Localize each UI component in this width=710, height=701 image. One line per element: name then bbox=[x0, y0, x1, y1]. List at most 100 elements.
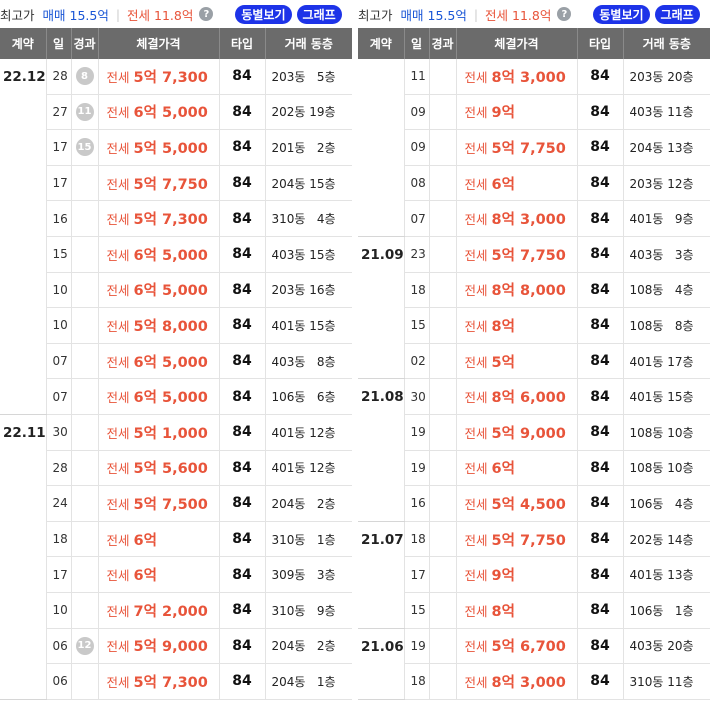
deal-amount: 5억 7,300 bbox=[133, 69, 208, 86]
col-day[interactable]: 일 bbox=[46, 28, 72, 59]
table-row[interactable]: 17 15 전세 5억 5,000 84 201동 2층 bbox=[0, 129, 352, 166]
table-row[interactable]: 28 전세 5억 5,600 84 401동 12층 bbox=[0, 450, 352, 487]
dong-label: 202동 bbox=[271, 105, 306, 120]
table-row[interactable]: 15 전세 8억 84 106동 1층 bbox=[358, 592, 710, 629]
col-contract[interactable]: 계약 bbox=[358, 28, 405, 59]
table-row[interactable]: 11 전세 8억 3,000 84 203동 20층 bbox=[358, 59, 710, 237]
table-row[interactable]: 09 전세 9억 84 403동 11층 bbox=[358, 94, 710, 131]
deal-amount: 8억 6,000 bbox=[491, 390, 566, 407]
col-elapsed[interactable]: 경과 bbox=[71, 28, 99, 59]
floor-label: 10층 bbox=[667, 461, 694, 476]
table-row[interactable]: 22.11 30 전세 5억 1,000 84 401동 12층 bbox=[0, 414, 352, 700]
help-icon[interactable]: ? bbox=[199, 7, 214, 21]
deal-kind: 전세 bbox=[106, 425, 130, 441]
deal-amount: 5억 7,300 bbox=[133, 674, 208, 691]
elapsed-badge: 11 bbox=[75, 102, 94, 121]
dong-view-button[interactable]: 동별보기 bbox=[593, 4, 650, 24]
dong-floor-cell: 203동 16층 bbox=[265, 272, 352, 309]
table-row[interactable]: 06 전세 5억 7,300 84 204동 1층 bbox=[0, 663, 352, 700]
type-cell: 84 bbox=[577, 307, 624, 344]
floor-label: 1층 bbox=[674, 603, 694, 618]
table-row[interactable]: 06 12 전세 5억 9,000 84 204동 2층 bbox=[0, 628, 352, 665]
col-day[interactable]: 일 bbox=[404, 28, 430, 59]
table-row[interactable]: 21.09 23 전세 5억 7,750 84 403동 3층 bbox=[358, 236, 710, 380]
dong-floor-cell: 204동 1층 bbox=[265, 663, 352, 700]
table-row[interactable]: 22.12 28 8 전세 5억 7,300 84 203동 5층 bbox=[0, 59, 352, 415]
contract-month: 21.06 bbox=[358, 628, 405, 700]
dong-floor-cell: 403동 15층 bbox=[265, 236, 352, 273]
day-cell: 30 bbox=[404, 378, 430, 415]
col-price[interactable]: 체결가격 bbox=[98, 28, 220, 59]
price-cell: 전세 5억 5,000 bbox=[98, 129, 220, 166]
elapsed-cell: 11 bbox=[71, 94, 99, 131]
table-row[interactable]: 15 전세 8억 84 108동 8층 bbox=[358, 307, 710, 344]
elapsed-cell bbox=[71, 592, 99, 629]
elapsed-cell bbox=[429, 485, 457, 522]
table-row[interactable]: 17 전세 5억 7,750 84 204동 15층 bbox=[0, 165, 352, 202]
price-cell: 전세 9억 bbox=[456, 94, 578, 131]
table-row[interactable]: 17 전세 9억 84 401동 13층 bbox=[358, 556, 710, 593]
floor-label: 2층 bbox=[316, 639, 336, 654]
deal-amount: 5억 5,000 bbox=[133, 140, 208, 157]
elapsed-cell bbox=[71, 378, 99, 415]
table-row[interactable]: 10 전세 5억 8,000 84 401동 15층 bbox=[0, 307, 352, 344]
table-row[interactable]: 21.06 19 전세 5억 6,700 84 403동 20층 bbox=[358, 628, 710, 700]
dong-label: 203동 bbox=[271, 69, 306, 84]
floor-label: 11층 bbox=[667, 105, 694, 120]
dong-floor-cell: 310동 1층 bbox=[265, 521, 352, 558]
deal-kind: 전세 bbox=[106, 568, 130, 584]
day-cell: 19 bbox=[404, 628, 430, 665]
table-row[interactable]: 07 전세 6억 5,000 84 403동 8층 bbox=[0, 343, 352, 380]
col-dong-floor[interactable]: 거래 동층 bbox=[265, 28, 352, 59]
divider: | bbox=[473, 6, 479, 22]
table-row[interactable]: 21.08 30 전세 8억 6,000 84 401동 15층 bbox=[358, 378, 710, 522]
table-row[interactable]: 16 전세 5억 7,300 84 310동 4층 bbox=[0, 200, 352, 237]
col-contract[interactable]: 계약 bbox=[0, 28, 47, 59]
table-row[interactable]: 21.07 18 전세 5억 7,750 84 202동 14층 bbox=[358, 521, 710, 629]
table-row[interactable]: 07 전세 8억 3,000 84 401동 9층 bbox=[358, 200, 710, 237]
dong-label: 203동 bbox=[629, 176, 664, 191]
table-row[interactable]: 07 전세 6억 5,000 84 106동 6층 bbox=[0, 378, 352, 415]
table-row[interactable]: 19 전세 6억 84 108동 10층 bbox=[358, 450, 710, 487]
price-cell: 전세 6억 bbox=[98, 521, 220, 558]
dong-floor-cell: 106동 6층 bbox=[265, 378, 352, 415]
day-cell: 10 bbox=[46, 307, 72, 344]
table-row[interactable]: 02 전세 5억 84 401동 17층 bbox=[358, 343, 710, 380]
floor-label: 15층 bbox=[309, 247, 336, 262]
col-dong-floor[interactable]: 거래 동층 bbox=[623, 28, 710, 59]
table-row[interactable]: 16 전세 5억 4,500 84 106동 4층 bbox=[358, 485, 710, 522]
day-cell: 17 bbox=[46, 165, 72, 202]
contract-month: 22.12 bbox=[0, 59, 47, 415]
graph-button[interactable]: 그래프 bbox=[296, 4, 342, 24]
type-cell: 84 bbox=[219, 343, 266, 380]
price-cell: 전세 6억 bbox=[456, 165, 578, 202]
day-cell: 16 bbox=[46, 200, 72, 237]
price-cell: 전세 6억 5,000 bbox=[98, 236, 220, 273]
elapsed-cell bbox=[429, 414, 457, 451]
dong-label: 310동 bbox=[629, 674, 664, 689]
col-elapsed[interactable]: 경과 bbox=[429, 28, 457, 59]
table-row[interactable]: 18 전세 6억 84 310동 1층 bbox=[0, 521, 352, 558]
price-cell: 전세 6억 bbox=[456, 450, 578, 487]
table-row[interactable]: 17 전세 6억 84 309동 3층 bbox=[0, 556, 352, 593]
graph-button[interactable]: 그래프 bbox=[654, 4, 700, 24]
table-row[interactable]: 24 전세 5억 7,500 84 204동 2층 bbox=[0, 485, 352, 522]
elapsed-cell: 12 bbox=[71, 628, 99, 665]
table-row[interactable]: 18 전세 8억 3,000 84 310동 11층 bbox=[358, 663, 710, 700]
table-row[interactable]: 10 전세 7억 2,000 84 310동 9층 bbox=[0, 592, 352, 629]
col-price[interactable]: 체결가격 bbox=[456, 28, 578, 59]
table-row[interactable]: 10 전세 6억 5,000 84 203동 16층 bbox=[0, 272, 352, 309]
col-type[interactable]: 타입 bbox=[577, 28, 624, 59]
table-row[interactable]: 18 전세 8억 8,000 84 108동 4층 bbox=[358, 272, 710, 309]
dong-view-button[interactable]: 동별보기 bbox=[235, 4, 292, 24]
table-row[interactable]: 09 전세 5억 7,750 84 204동 13층 bbox=[358, 129, 710, 166]
summary-bar: 최고가 매매 15.5억 | 전세 11.8억 ? 동별보기 그래프 bbox=[358, 0, 710, 28]
table-row[interactable]: 15 전세 6억 5,000 84 403동 15층 bbox=[0, 236, 352, 273]
help-icon[interactable]: ? bbox=[557, 7, 572, 21]
day-cell: 15 bbox=[404, 592, 430, 629]
table-row[interactable]: 27 11 전세 6억 5,000 84 202동 19층 bbox=[0, 94, 352, 131]
table-row[interactable]: 19 전세 5억 9,000 84 108동 10층 bbox=[358, 414, 710, 451]
dong-label: 403동 bbox=[629, 247, 664, 262]
table-row[interactable]: 08 전세 6억 84 203동 12층 bbox=[358, 165, 710, 202]
col-type[interactable]: 타입 bbox=[219, 28, 266, 59]
